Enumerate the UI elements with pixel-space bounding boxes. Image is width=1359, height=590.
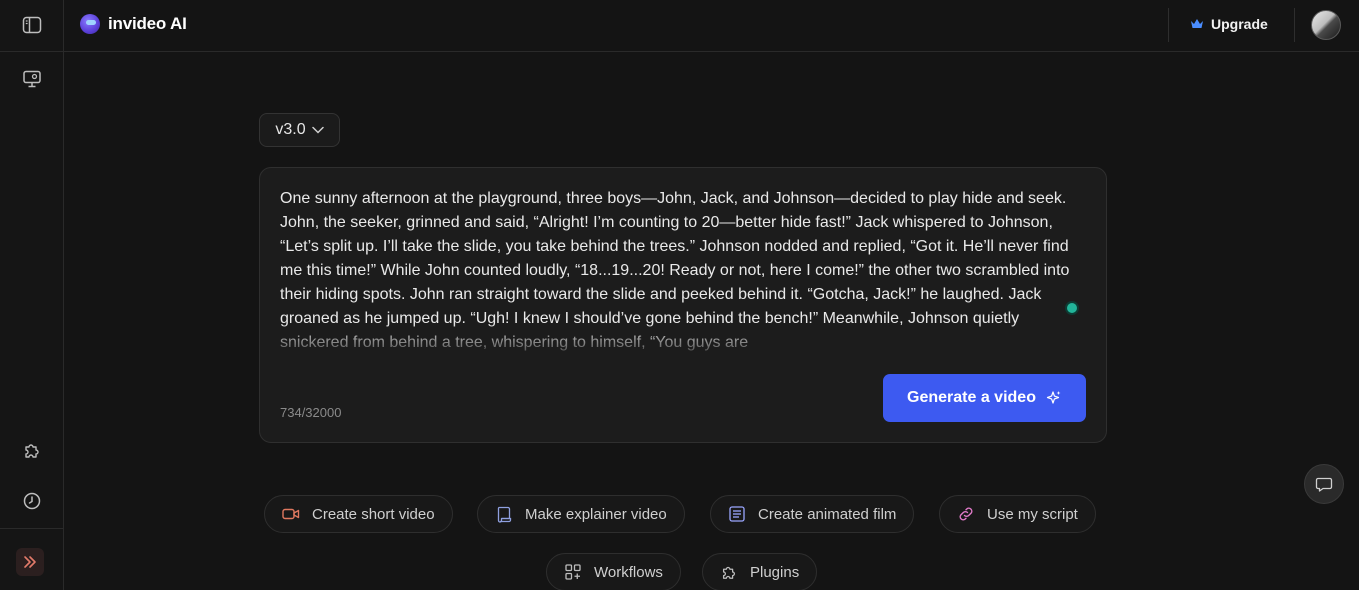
prompt-card: One sunny afternoon at the playground, t… [259,167,1107,443]
clock-icon[interactable] [20,489,44,513]
video-camera-icon [282,505,300,523]
double-chevron-right-icon [24,556,36,568]
sidebar [0,0,64,590]
scroll-icon [495,505,513,523]
link-icon [957,505,975,523]
sidebar-toggle-icon[interactable] [20,13,44,37]
logo-icon [80,14,100,34]
version-label: v3.0 [275,121,306,138]
character-counter: 734/32000 [280,405,342,420]
puzzle-icon[interactable] [20,438,44,462]
version-select[interactable]: v3.0 [259,113,340,147]
chip-label: Plugins [750,563,800,581]
crown-icon [1191,19,1203,28]
chip-label: Create short video [312,505,435,523]
chevron-down-icon [311,126,324,134]
grid-plus-icon [564,563,582,581]
avatar[interactable] [1311,10,1341,40]
prompt-input[interactable]: One sunny afternoon at the playground, t… [280,187,1080,357]
chip-label: Use my script [987,505,1078,523]
puzzle-icon [720,563,738,581]
create-short-video-button[interactable]: Create short video [264,495,453,533]
sidebar-divider [0,528,63,529]
header-divider [1168,8,1169,42]
monitor-icon[interactable] [20,67,44,91]
generate-video-label: Generate a video [907,389,1036,406]
sidebar-header [0,0,63,52]
expand-sidebar-button[interactable] [16,548,44,576]
brand-logo[interactable]: invideo AI [80,14,187,34]
plugins-button[interactable]: Plugins [702,553,818,590]
header-divider [1294,8,1295,42]
chip-label: Make explainer video [525,505,667,523]
top-bar: invideo AI Upgrade [64,0,1359,52]
make-explainer-video-button[interactable]: Make explainer video [477,495,685,533]
chip-label: Workflows [594,563,663,581]
brand-name: invideo AI [108,14,187,33]
generate-video-button[interactable]: Generate a video [883,374,1086,422]
prompt-text: One sunny afternoon at the playground, t… [280,190,1070,351]
chip-label: Create animated film [758,505,897,523]
chat-bubble-icon [1315,477,1333,492]
status-dot [1067,303,1077,313]
chat-button[interactable] [1304,464,1344,504]
upgrade-button[interactable]: Upgrade [1190,16,1268,32]
upgrade-label: Upgrade [1211,16,1268,32]
create-animated-film-button[interactable]: Create animated film [710,495,915,533]
workflows-button[interactable]: Workflows [546,553,681,590]
sparkle-icon [1046,391,1061,404]
list-document-icon [728,505,746,523]
use-my-script-button[interactable]: Use my script [939,495,1096,533]
